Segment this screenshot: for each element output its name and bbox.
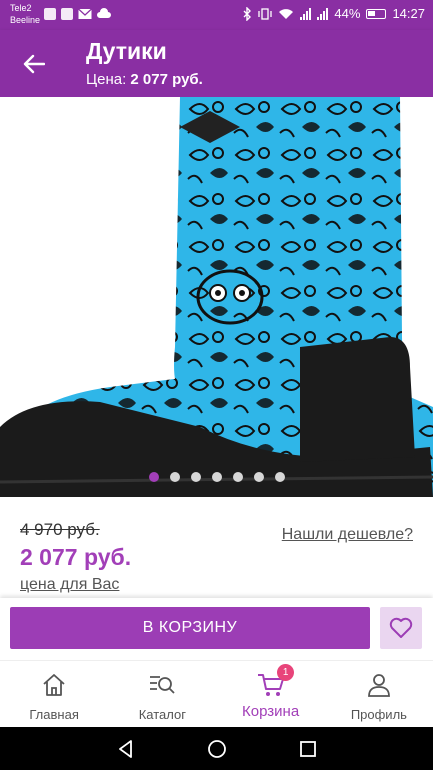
wifi-icon xyxy=(279,8,294,19)
nav-home-label: Главная xyxy=(29,707,79,722)
bluetooth-icon xyxy=(243,6,252,21)
header-price-value: 2 077 руб. xyxy=(130,71,203,88)
price-note-link[interactable]: цена для Вас xyxy=(20,576,119,594)
battery-icon xyxy=(366,8,387,19)
carousel-dot[interactable] xyxy=(169,472,180,482)
action-bar: В КОРЗИНУ xyxy=(0,598,433,660)
mail-icon xyxy=(78,8,92,19)
carousel-dots xyxy=(0,472,433,482)
system-navigation-bar xyxy=(0,727,433,770)
app-notification-icon xyxy=(44,8,56,20)
app-notification-icon xyxy=(61,8,73,20)
carousel-dot[interactable] xyxy=(232,472,243,482)
battery-percent: 44% xyxy=(334,6,361,21)
home-icon xyxy=(43,674,65,696)
carousel-dot[interactable] xyxy=(190,472,201,482)
cart-count-badge: 1 xyxy=(277,664,295,681)
boot-image xyxy=(0,97,433,497)
catalog-search-icon xyxy=(150,676,176,694)
nav-cart[interactable]: 1 Корзина xyxy=(217,661,325,727)
carrier-2: Beeline xyxy=(10,15,41,25)
vibrate-icon xyxy=(258,7,273,20)
nav-profile[interactable]: Профиль xyxy=(325,661,433,727)
nav-home[interactable]: Главная xyxy=(0,661,108,727)
status-bar: Tele2 Beeline 44% 14:27 xyxy=(0,0,433,30)
header-price: Цена: 2 077 руб. xyxy=(86,71,203,88)
recents-square-icon[interactable] xyxy=(299,740,317,758)
current-price: 2 077 руб. xyxy=(20,544,132,570)
back-triangle-icon[interactable] xyxy=(116,739,136,759)
nav-cart-label: Корзина xyxy=(242,703,300,720)
header-price-label: Цена: xyxy=(86,71,127,88)
signal-icon xyxy=(317,7,329,20)
carousel-dot[interactable] xyxy=(274,472,285,482)
signal-icon xyxy=(300,7,312,20)
heart-icon xyxy=(389,617,413,638)
found-cheaper-link[interactable]: Нашли дешевле? xyxy=(282,526,413,544)
product-image[interactable] xyxy=(0,97,433,497)
arrow-left-icon xyxy=(23,54,45,74)
system-status: 44% 14:27 xyxy=(242,6,425,21)
home-circle-icon[interactable] xyxy=(207,739,227,759)
favorite-button[interactable] xyxy=(380,607,422,649)
cloud-icon xyxy=(97,8,111,18)
carousel-dot[interactable] xyxy=(148,472,159,482)
carousel-dot[interactable] xyxy=(253,472,264,482)
clock: 14:27 xyxy=(392,6,425,21)
old-price: 4 970 руб. xyxy=(20,520,100,539)
add-to-cart-button[interactable]: В КОРЗИНУ xyxy=(10,607,370,649)
back-button[interactable] xyxy=(14,46,54,82)
nav-profile-label: Профиль xyxy=(350,707,407,722)
carrier-info: Tele2 Beeline xyxy=(10,2,40,26)
notification-icons xyxy=(44,8,111,20)
carrier-1: Tele2 xyxy=(10,3,32,13)
nav-catalog[interactable]: Каталог xyxy=(108,661,216,727)
app-header: Дутики Цена: 2 077 руб. xyxy=(0,30,433,97)
profile-icon xyxy=(367,674,390,697)
nav-catalog-label: Каталог xyxy=(138,707,186,722)
page-title: Дутики xyxy=(86,38,167,64)
carousel-dot[interactable] xyxy=(211,472,222,482)
bottom-navigation: Главная Каталог 1 Корзина Профиль xyxy=(0,660,433,727)
